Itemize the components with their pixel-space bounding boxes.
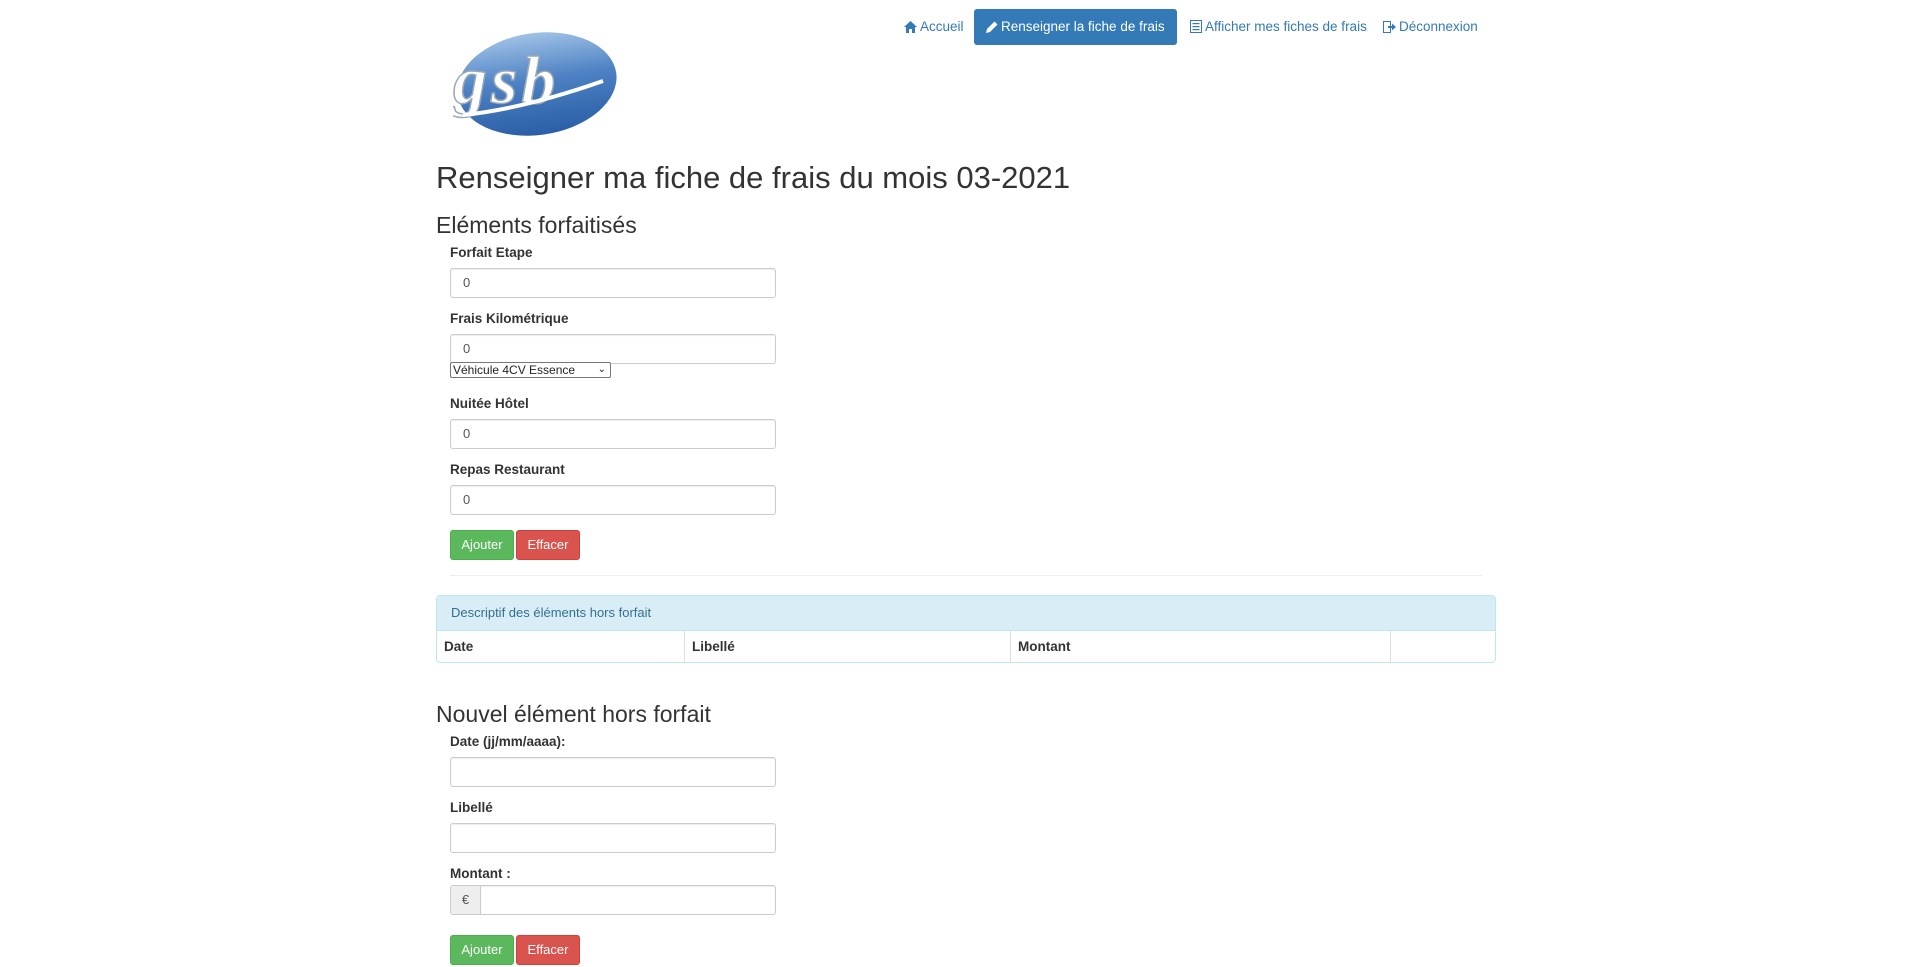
column-header-actions: [1390, 631, 1495, 663]
new-element-add-button[interactable]: Ajouter: [450, 935, 514, 965]
column-header-libelle: Libellé: [684, 631, 1010, 663]
hors-forfait-panel-heading: Descriptif des éléments hors forfait: [437, 596, 1495, 631]
logout-icon: [1383, 21, 1396, 33]
repas-restaurant-input[interactable]: 0: [450, 485, 776, 515]
repas-restaurant-label: Repas Restaurant: [450, 462, 565, 477]
euro-addon: €: [450, 885, 481, 915]
hors-forfait-panel: Descriptif des éléments hors forfait Dat…: [436, 595, 1496, 663]
nav-item-renseigner[interactable]: Renseigner la fiche de frais: [974, 9, 1177, 45]
home-icon: [904, 21, 917, 33]
vehicle-select[interactable]: Véhicule 4CV Essence ⌄: [450, 362, 611, 378]
divider: [450, 575, 1482, 576]
nuitee-hotel-input[interactable]: 0: [450, 419, 776, 449]
nav-label: Renseigner la fiche de frais: [1001, 19, 1165, 34]
nav-label: Accueil: [920, 19, 964, 34]
montant-input-group: €: [450, 885, 776, 915]
nav-label: Afficher mes fiches de frais: [1205, 19, 1367, 34]
date-input[interactable]: [450, 757, 776, 787]
date-label: Date (jj/mm/aaaa):: [450, 734, 566, 749]
frais-km-label: Frais Kilométrique: [450, 311, 569, 326]
nav-item-afficher[interactable]: Afficher mes fiches de frais: [1190, 9, 1367, 45]
forfait-clear-button[interactable]: Effacer: [516, 530, 580, 560]
libelle-label: Libellé: [450, 800, 493, 815]
forfait-add-button[interactable]: Ajouter: [450, 530, 514, 560]
forfait-etape-label: Forfait Etape: [450, 245, 533, 260]
forfait-etape-input[interactable]: 0: [450, 268, 776, 298]
libelle-input[interactable]: [450, 823, 776, 853]
nav-item-accueil[interactable]: Accueil: [904, 9, 964, 45]
gsb-logo: gsb: [453, 32, 617, 136]
nav-item-deconnexion[interactable]: Déconnexion: [1383, 9, 1478, 45]
column-header-montant: Montant: [1010, 631, 1390, 663]
list-icon: [1190, 20, 1202, 33]
new-element-section-title: Nouvel élément hors forfait: [436, 701, 711, 727]
montant-label: Montant :: [450, 866, 511, 881]
nav-label: Déconnexion: [1399, 19, 1478, 34]
pencil-icon: [986, 21, 998, 33]
column-header-date: Date: [444, 639, 474, 654]
forfait-section-title: Eléments forfaitisés: [436, 212, 637, 238]
nuitee-hotel-label: Nuitée Hôtel: [450, 396, 529, 411]
montant-input[interactable]: [480, 885, 776, 915]
new-element-clear-button[interactable]: Effacer: [516, 935, 580, 965]
frais-km-input[interactable]: 0: [450, 334, 776, 364]
page-container: Accueil Renseigner la fiche de frais Aff…: [436, 0, 1496, 967]
hors-forfait-table-header: Date Libellé Montant: [437, 631, 1495, 663]
page-title: Renseigner ma fiche de frais du mois 03-…: [436, 160, 1071, 195]
vehicle-select-value: Véhicule 4CV Essence: [453, 363, 576, 377]
chevron-down-icon: ⌄: [597, 364, 606, 375]
